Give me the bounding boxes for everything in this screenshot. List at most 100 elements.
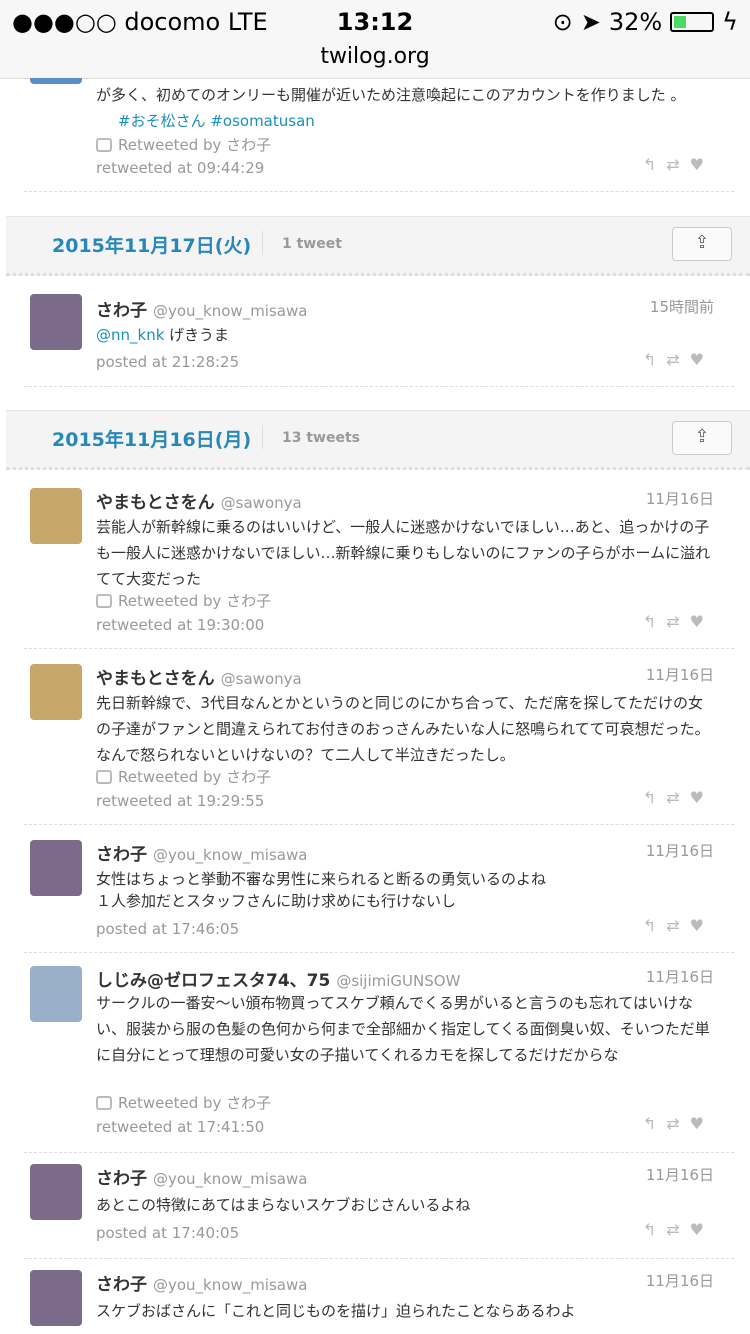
tweet-meta[interactable]: retweeted at 17:41:50 — [96, 1118, 264, 1136]
retweeted-by: Retweeted by さわ子 — [96, 766, 271, 787]
share-button[interactable]: ⇪ — [672, 227, 732, 261]
favorite-icon[interactable]: ♥ — [690, 1220, 714, 1239]
tweet-meta[interactable]: posted at 21:28:25 — [96, 353, 239, 371]
tweet-time[interactable]: 11月16日 — [646, 1164, 714, 1185]
reply-icon[interactable]: ↰ — [643, 788, 666, 807]
tweet: しじみ@ゼロフェスタ74、75 @sijimiGUNSOW 11月16日 サークル… — [24, 956, 734, 1153]
share-button[interactable]: ⇪ — [672, 421, 732, 455]
reply-icon[interactable]: ↰ — [643, 1114, 666, 1133]
tweet: やまもとさをん @sawonya 11月16日 芸能人が新幹線に乗るのはいいけど、… — [24, 476, 734, 649]
tweet-actions: ↰⇄♥ — [643, 155, 714, 174]
avatar[interactable] — [30, 664, 82, 720]
favorite-icon[interactable]: ♥ — [690, 612, 714, 631]
url-bar[interactable]: twilog.org — [0, 42, 750, 79]
favorite-icon[interactable]: ♥ — [690, 916, 714, 935]
retweet-icon[interactable]: ⇄ — [666, 612, 689, 631]
hashtags-link[interactable]: #おそ松さん #osomatusan — [118, 112, 315, 130]
tweet: さわ子 @you_know_misawa 15時間前 @nn_knk げきうま p… — [24, 284, 734, 387]
tweet: やまもとさをん @sawonya 11月16日 先日新幹線で、3代目なんとかという… — [24, 652, 734, 825]
retweeted-by: Retweeted by さわ子 — [96, 590, 271, 611]
avatar[interactable] — [30, 1270, 82, 1326]
tweet-time[interactable]: 11月16日 — [646, 840, 714, 861]
tweet-meta[interactable]: retweeted at 19:29:55 — [96, 792, 264, 810]
retweet-small-icon — [96, 770, 112, 784]
tweet-time[interactable]: 11月16日 — [646, 664, 714, 685]
tweet-handle[interactable]: @sawonya — [221, 670, 302, 688]
tweet: が多く、初めてのオンリーも開催が近いため注意喚起にこのアカウントを作りました 。… — [24, 78, 734, 192]
tweet: さわ子 @you_know_misawa 11月16日 スケブおばさんに「これと同… — [24, 1262, 734, 1334]
tweet-author[interactable]: さわ子 @you_know_misawa — [96, 296, 307, 321]
tweet-author[interactable]: やまもとさをん @sawonya — [96, 664, 302, 689]
retweet-small-icon — [96, 138, 112, 152]
tweet-time[interactable]: 15時間前 — [650, 296, 714, 317]
retweeted-by: Retweeted by さわ子 — [96, 134, 271, 155]
tweet-actions: ↰⇄♥ — [643, 350, 714, 369]
tweet-time[interactable]: 11月16日 — [646, 966, 714, 987]
tweet-handle[interactable]: @sawonya — [221, 494, 302, 512]
date-link[interactable]: 2015年11月17日(火) — [52, 231, 251, 258]
tweet: さわ子 @you_know_misawa 11月16日 あとこの特徴にあてはまらな… — [24, 1156, 734, 1259]
tweet-handle[interactable]: @you_know_misawa — [153, 1276, 307, 1294]
mention-link[interactable]: @nn_knk — [96, 326, 164, 344]
avatar[interactable] — [30, 78, 82, 84]
retweet-icon[interactable]: ⇄ — [666, 155, 689, 174]
reply-icon[interactable]: ↰ — [643, 1220, 666, 1239]
tweet-text: サークルの一番安〜い頒布物買ってスケブ頼んでくる男がいると言うのも忘れてはいけな… — [96, 994, 710, 1064]
tweet-handle[interactable]: @you_know_misawa — [153, 302, 307, 320]
tweet-text: 女性はちょっと挙動不審な男性に来られると断るの勇気いるのよね １人参加だとスタッ… — [96, 870, 547, 910]
tweet-count: 1 tweet — [282, 236, 342, 252]
tweet-text: あとこの特徴にあてはまらないスケブおじさんいるよね — [96, 1196, 471, 1214]
favorite-icon[interactable]: ♥ — [690, 350, 714, 369]
rotation-lock-icon: ⊙ — [552, 8, 573, 36]
status-bar: ●●●○○ docomo LTE 13:12 ⊙ ➤ 32% ϟ — [0, 0, 750, 42]
reply-icon[interactable]: ↰ — [643, 155, 666, 174]
retweet-small-icon — [96, 594, 112, 608]
date-header: 2015年11月16日(月) 13 tweets ⇪ — [6, 410, 750, 470]
location-icon: ➤ — [580, 8, 601, 36]
retweet-icon[interactable]: ⇄ — [666, 788, 689, 807]
tweet-time[interactable]: 11月16日 — [646, 1270, 714, 1291]
tweet-handle[interactable]: @sijimiGUNSOW — [336, 972, 460, 990]
retweeted-by: Retweeted by さわ子 — [96, 1092, 271, 1113]
tweet-author[interactable]: さわ子 @you_know_misawa — [96, 1164, 307, 1189]
tweet-author[interactable]: さわ子 @you_know_misawa — [96, 1270, 307, 1295]
date-link[interactable]: 2015年11月16日(月) — [52, 425, 251, 452]
share-icon: ⇪ — [694, 426, 710, 447]
tweet-actions: ↰⇄♥ — [643, 612, 714, 631]
avatar[interactable] — [30, 966, 82, 1022]
tweet: さわ子 @you_know_misawa 11月16日 女性はちょっと挙動不審な男… — [24, 828, 734, 953]
tweet-text: @nn_knk げきうま — [96, 326, 229, 344]
tweet-text: が多く、初めてのオンリーも開催が近いため注意喚起にこのアカウントを作りました 。… — [96, 86, 686, 130]
tweet-meta[interactable]: posted at 17:46:05 — [96, 920, 239, 938]
tweet-meta[interactable]: posted at 17:40:05 — [96, 1224, 239, 1242]
retweet-icon[interactable]: ⇄ — [666, 350, 689, 369]
tweet-author[interactable]: やまもとさをん @sawonya — [96, 488, 302, 513]
share-icon: ⇪ — [694, 232, 710, 253]
divider — [262, 425, 263, 449]
favorite-icon[interactable]: ♥ — [690, 155, 714, 174]
retweet-icon[interactable]: ⇄ — [666, 1220, 689, 1239]
tweet-author[interactable]: しじみ@ゼロフェスタ74、75 @sijimiGUNSOW — [96, 966, 460, 991]
favorite-icon[interactable]: ♥ — [690, 1114, 714, 1133]
tweet-handle[interactable]: @you_know_misawa — [153, 846, 307, 864]
tweet-meta[interactable]: retweeted at 19:30:00 — [96, 616, 264, 634]
avatar[interactable] — [30, 840, 82, 896]
tweet-handle[interactable]: @you_know_misawa — [153, 1170, 307, 1188]
tweet-actions: ↰⇄♥ — [643, 1114, 714, 1133]
tweet-author[interactable]: さわ子 @you_know_misawa — [96, 840, 307, 865]
charging-icon: ϟ — [722, 8, 738, 36]
retweet-icon[interactable]: ⇄ — [666, 916, 689, 935]
divider — [262, 231, 263, 255]
reply-icon[interactable]: ↰ — [643, 916, 666, 935]
avatar[interactable] — [30, 294, 82, 350]
battery-icon — [670, 12, 715, 32]
reply-icon[interactable]: ↰ — [643, 612, 666, 631]
tweet-meta[interactable]: retweeted at 09:44:29 — [96, 159, 264, 177]
reply-icon[interactable]: ↰ — [643, 350, 666, 369]
tweet-actions: ↰⇄♥ — [643, 1220, 714, 1239]
avatar[interactable] — [30, 1164, 82, 1220]
avatar[interactable] — [30, 488, 82, 544]
tweet-time[interactable]: 11月16日 — [646, 488, 714, 509]
favorite-icon[interactable]: ♥ — [690, 788, 714, 807]
retweet-icon[interactable]: ⇄ — [666, 1114, 689, 1133]
